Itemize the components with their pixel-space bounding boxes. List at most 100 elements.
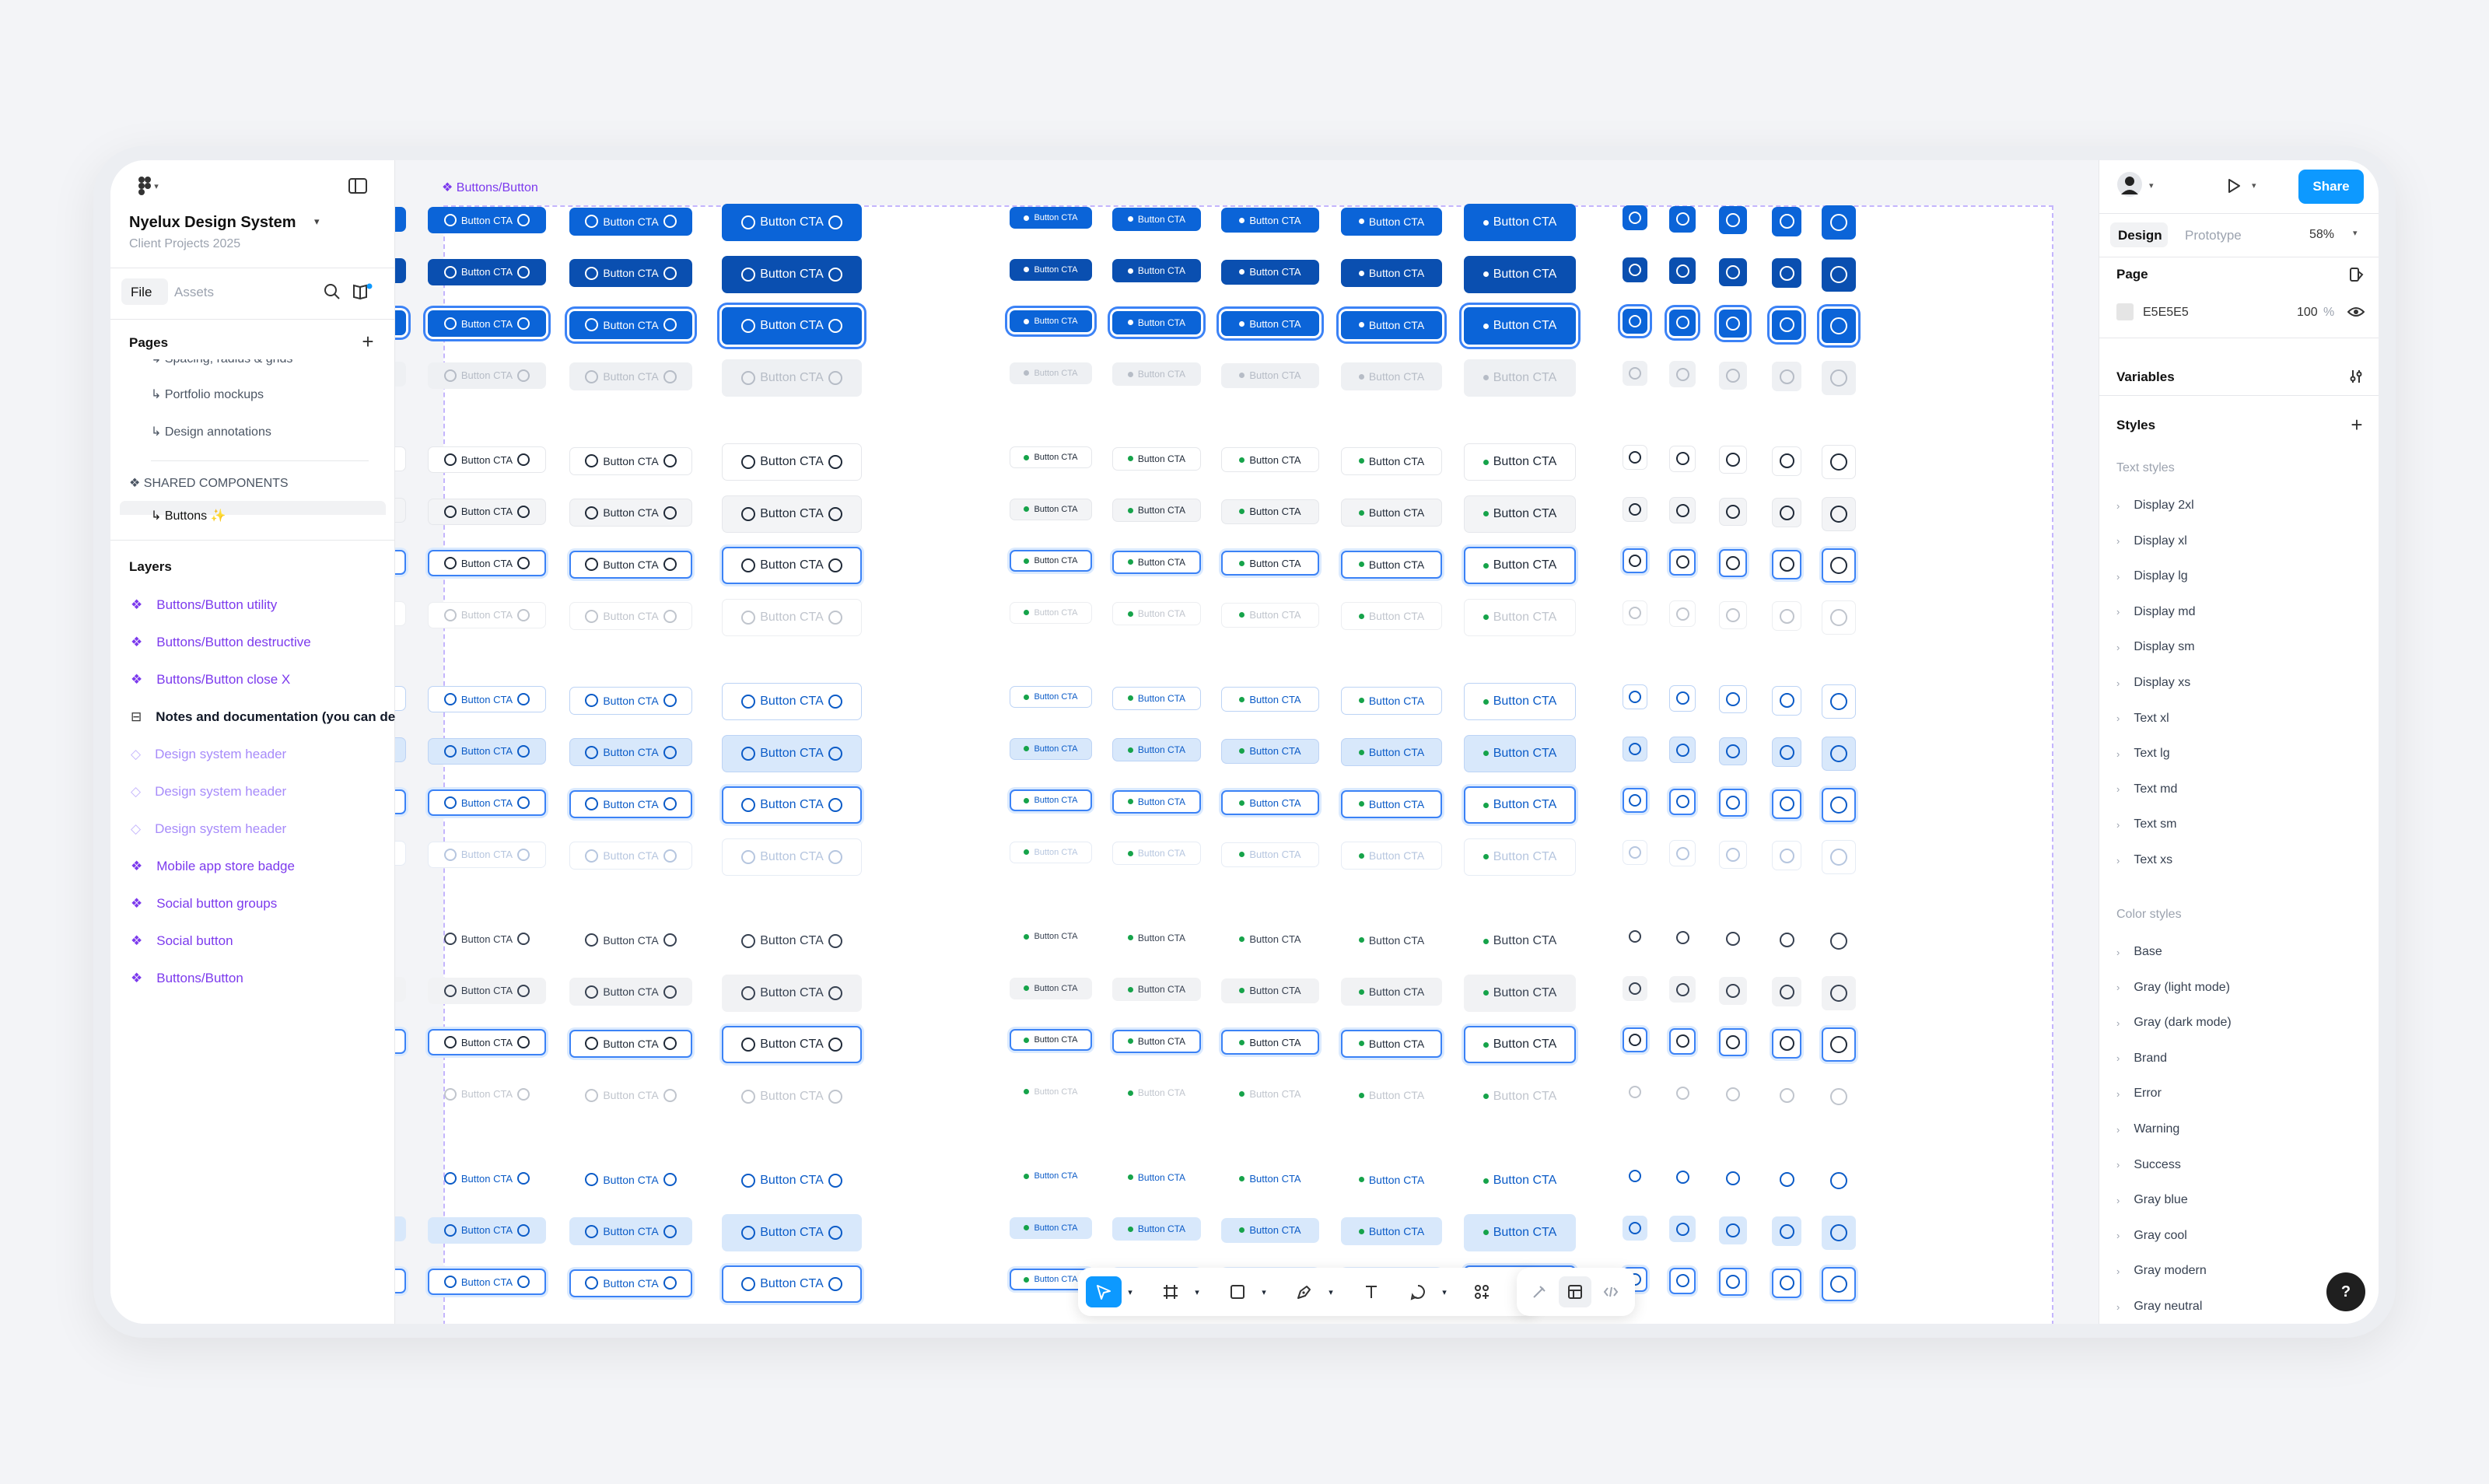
tab-design[interactable]: Design [2110, 222, 2168, 247]
button-cta-dot[interactable]: Button CTA [1010, 686, 1092, 708]
button-cta-dot[interactable]: Button CTA [1010, 601, 1092, 624]
layer-item[interactable]: ◇ Design system header [131, 776, 286, 807]
design-mode-icon[interactable] [1559, 1276, 1591, 1307]
button-cta[interactable]: Button CTA [428, 601, 546, 628]
color-style-item[interactable]: › Gray blue [2116, 1186, 2188, 1214]
button-cta[interactable]: Button CTA [428, 737, 546, 765]
chevron-down-icon[interactable]: ▾ [1436, 1276, 1453, 1307]
button-cta[interactable]: Button CTA [428, 498, 546, 525]
color-style-item[interactable]: › Gray cool [2116, 1222, 2187, 1250]
button-cta-dot[interactable]: Button CTA [1112, 207, 1201, 231]
icon-button[interactable] [1772, 498, 1801, 527]
icon-button[interactable] [1822, 1267, 1856, 1301]
icon-button[interactable] [1772, 258, 1801, 288]
button-cta[interactable]: Button CTA [569, 926, 692, 954]
button-cta-dot[interactable]: Button CTA [1112, 926, 1201, 950]
icon-button[interactable] [1669, 737, 1696, 763]
button-cta-dot[interactable]: Button CTA [1112, 259, 1201, 282]
button-cta-dot[interactable]: Button CTA [1112, 789, 1201, 814]
icon-button[interactable] [1719, 685, 1747, 713]
button-cta-dot[interactable]: Button CTA [1464, 255, 1576, 293]
button-cta-dot[interactable]: Button CTA [1112, 550, 1201, 574]
button-cta-dot[interactable]: Button CTA [1464, 786, 1576, 824]
icon-button[interactable] [1719, 549, 1747, 577]
share-button[interactable]: Share [2298, 170, 2364, 204]
button-cta-dot[interactable]: Button CTA [1464, 734, 1576, 772]
button-cta[interactable]: Button CTA [428, 926, 546, 952]
icon-button[interactable] [1719, 600, 1747, 629]
button-cta[interactable]: Button CTA [722, 255, 862, 293]
button-cta-dot[interactable]: Button CTA [1010, 550, 1092, 572]
button-cta-dot[interactable]: Button CTA [1464, 307, 1576, 345]
icon-button[interactable] [1822, 360, 1856, 395]
button-cta[interactable]: Button CTA [569, 1029, 692, 1058]
button-cta-dot[interactable]: Button CTA [1341, 362, 1442, 390]
icon-button[interactable] [1772, 1080, 1801, 1110]
button-cta[interactable]: Button CTA [395, 446, 406, 471]
button-cta-dot[interactable]: Button CTA [1010, 258, 1092, 281]
button-cta[interactable]: Button CTA [428, 1029, 546, 1055]
button-cta-dot[interactable]: Button CTA [1464, 598, 1576, 636]
icon-button[interactable] [1772, 737, 1801, 767]
button-cta-dot[interactable]: Button CTA [1221, 687, 1319, 712]
button-cta-dot[interactable]: Button CTA [1112, 738, 1201, 761]
layer-item[interactable]: ❖ Buttons/Button close X [131, 664, 290, 695]
button-cta[interactable]: Button CTA [569, 310, 692, 339]
button-cta-dot[interactable]: Button CTA [1221, 738, 1319, 764]
icon-button[interactable] [1669, 788, 1696, 815]
button-cta-dot[interactable]: Button CTA [1341, 1217, 1442, 1245]
icon-button[interactable] [1822, 1080, 1856, 1114]
icon-button[interactable] [1822, 924, 1856, 958]
icon-button[interactable] [1669, 445, 1696, 472]
icon-button[interactable] [1669, 925, 1696, 951]
button-cta[interactable]: Button CTA [395, 549, 406, 575]
button-cta-dot[interactable]: Button CTA [1221, 1082, 1319, 1107]
icon-button[interactable] [1669, 976, 1696, 1003]
layer-item[interactable]: ❖ Social button groups [131, 888, 277, 919]
page-item-buttons[interactable]: ↳ Buttons ✨ [151, 510, 226, 523]
icon-button[interactable] [1822, 205, 1856, 240]
button-cta[interactable]: Button CTA [428, 1081, 546, 1108]
button-cta-dot[interactable]: Button CTA [1221, 1166, 1319, 1191]
button-cta-dot[interactable]: Button CTA [1010, 977, 1092, 999]
move-tool-icon[interactable] [1086, 1276, 1122, 1307]
button-cta-dot[interactable]: Button CTA [1112, 1217, 1201, 1241]
icon-button[interactable] [1772, 926, 1801, 955]
icon-button[interactable] [1822, 839, 1856, 874]
icon-button[interactable] [1669, 1216, 1696, 1242]
icon-button[interactable] [1669, 1164, 1696, 1191]
button-cta-dot[interactable]: Button CTA [1464, 1078, 1576, 1115]
button-cta-dot[interactable]: Button CTA [1010, 737, 1092, 760]
button-cta[interactable]: Button CTA [569, 602, 692, 630]
button-cta[interactable]: Button CTA [428, 841, 546, 868]
button-cta[interactable]: Button CTA [395, 601, 406, 626]
button-cta[interactable]: Button CTA [722, 307, 862, 345]
button-cta[interactable]: Button CTA [428, 550, 546, 576]
button-cta[interactable]: Button CTA [569, 499, 692, 527]
button-cta[interactable]: Button CTA [395, 737, 406, 762]
text-style-item[interactable]: › Display xs [2116, 669, 2190, 697]
icon-button[interactable] [1623, 1027, 1647, 1052]
button-cta-dot[interactable]: Button CTA [1464, 974, 1576, 1012]
tab-assets[interactable]: Assets [174, 285, 214, 299]
icon-button[interactable] [1669, 309, 1696, 336]
color-style-item[interactable]: › Brand [2116, 1045, 2167, 1073]
button-cta-dot[interactable]: Button CTA [1464, 443, 1576, 481]
icon-button[interactable] [1669, 840, 1696, 866]
text-style-item[interactable]: › Text md [2116, 775, 2177, 803]
button-cta[interactable]: Button CTA [722, 359, 862, 397]
button-cta-dot[interactable]: Button CTA [1112, 499, 1201, 522]
button-cta[interactable]: Button CTA [722, 1026, 862, 1063]
icon-button[interactable] [1719, 257, 1747, 286]
button-cta-dot[interactable]: Button CTA [1341, 738, 1442, 766]
dev-mode-icon[interactable] [1595, 1276, 1627, 1307]
icon-button[interactable] [1772, 1268, 1801, 1298]
chevron-down-icon[interactable]: ▾ [314, 216, 320, 226]
library-icon[interactable] [350, 280, 375, 303]
button-cta[interactable]: Button CTA [395, 926, 406, 950]
button-cta-dot[interactable]: Button CTA [1221, 842, 1319, 867]
icon-button[interactable] [1623, 548, 1647, 573]
layer-item[interactable]: ◇ Design system header [131, 814, 286, 845]
icon-button[interactable] [1772, 1216, 1801, 1246]
icon-button[interactable] [1623, 924, 1647, 949]
